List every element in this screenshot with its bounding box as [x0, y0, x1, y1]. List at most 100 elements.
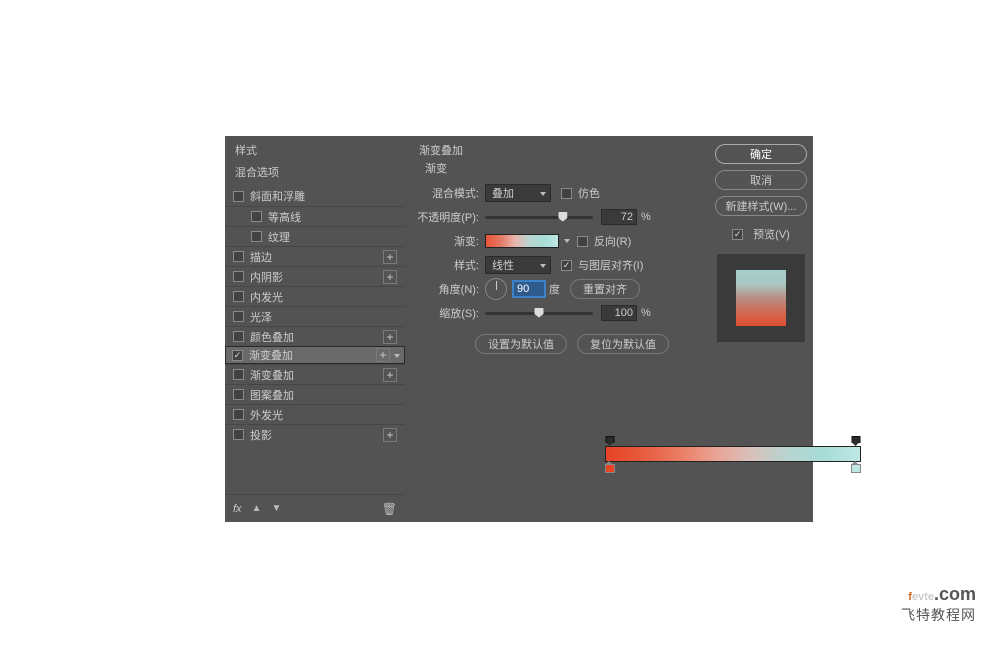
style-checkbox[interactable] [233, 429, 244, 440]
add-instance-icon[interactable]: + [383, 368, 397, 382]
scale-label: 缩放(S): [413, 305, 485, 321]
blend-options-label[interactable]: 混合选项 [225, 162, 405, 186]
style-label: 投影 [250, 427, 383, 443]
reset-align-button[interactable]: 重置对齐 [570, 279, 640, 299]
color-stop-left[interactable] [605, 461, 615, 474]
pct-label: % [641, 211, 651, 223]
style-row[interactable]: 等高线 [225, 206, 405, 226]
angle-label: 角度(N): [413, 281, 485, 297]
color-stop-right[interactable] [851, 461, 861, 474]
fx-icon[interactable]: fx [233, 503, 242, 515]
opacity-label: 不透明度(P): [413, 209, 485, 225]
preview-checkbox[interactable] [732, 229, 743, 240]
gradient-bar[interactable] [605, 446, 861, 462]
styles-list: 斜面和浮雕等高线纹理描边+内阴影+内发光光泽颜色叠加+渐变叠加+渐变叠加+图案叠… [225, 186, 405, 494]
watermark-cn: 飞特教程网 [901, 605, 976, 625]
styles-header: 样式 [225, 136, 405, 162]
style-checkbox[interactable] [251, 211, 262, 222]
section-sub: 渐变 [425, 160, 701, 176]
style-checkbox[interactable] [233, 389, 244, 400]
style-label: 光泽 [250, 309, 397, 325]
style-row[interactable]: 内阴影+ [225, 266, 405, 286]
preview-box [717, 254, 805, 342]
add-instance-icon[interactable]: + [383, 428, 397, 442]
preview-swatch [736, 270, 786, 326]
style-label: 内阴影 [250, 269, 383, 285]
styles-panel: 样式 混合选项 斜面和浮雕等高线纹理描边+内阴影+内发光光泽颜色叠加+渐变叠加+… [225, 136, 405, 522]
style-label: 描边 [250, 249, 383, 265]
style-row[interactable]: 光泽 [225, 306, 405, 326]
gradient-overlay-settings: 渐变叠加 渐变 混合模式: 叠加 仿色 不透明度(P): 72 % 渐变: 反向… [405, 136, 709, 522]
ok-button[interactable]: 确定 [715, 144, 807, 164]
make-default-button[interactable]: 设置为默认值 [475, 334, 567, 354]
align-label: 与图层对齐(I) [578, 257, 643, 273]
style-checkbox[interactable] [233, 251, 244, 262]
add-instance-icon[interactable]: + [383, 270, 397, 284]
style-label: 斜面和浮雕 [250, 188, 397, 204]
trash-icon[interactable]: 🗑 [382, 502, 397, 516]
gradient-editor[interactable] [605, 446, 861, 462]
align-checkbox[interactable] [561, 260, 572, 271]
new-style-button[interactable]: 新建样式(W)... [715, 196, 807, 216]
style-label: 外发光 [250, 407, 397, 423]
style-checkbox[interactable] [233, 311, 244, 322]
preview-label: 预览(V) [753, 226, 790, 242]
style-row[interactable]: 渐变叠加+ [225, 364, 405, 384]
style-checkbox[interactable] [233, 191, 244, 202]
styles-footer: fx ▲ ▼ 🗑 [225, 494, 405, 522]
dither-checkbox[interactable] [561, 188, 572, 199]
style-select[interactable]: 线性 [485, 256, 551, 274]
style-row[interactable]: 投影+ [225, 424, 405, 444]
style-label: 等高线 [268, 209, 397, 225]
style-row[interactable]: 描边+ [225, 246, 405, 266]
style-label: 渐变叠加 [249, 347, 376, 363]
angle-unit: 度 [549, 281, 560, 297]
style-row[interactable]: 外发光 [225, 404, 405, 424]
gradient-label: 渐变: [413, 233, 485, 249]
style-label: 纹理 [268, 229, 397, 245]
gradient-preview[interactable] [485, 234, 559, 248]
style-label: 渐变叠加 [250, 367, 383, 383]
style-label: 内发光 [250, 289, 397, 305]
style-checkbox[interactable] [233, 331, 244, 342]
add-instance-icon[interactable]: + [383, 330, 397, 344]
style-checkbox[interactable] [232, 350, 243, 361]
reverse-label: 反向(R) [594, 233, 631, 249]
style-row[interactable]: 图案叠加 [225, 384, 405, 404]
style-label: 颜色叠加 [250, 329, 383, 345]
style-row[interactable]: 斜面和浮雕 [225, 186, 405, 206]
style-row[interactable]: 纹理 [225, 226, 405, 246]
blend-mode-label: 混合模式: [413, 185, 485, 201]
cancel-button[interactable]: 取消 [715, 170, 807, 190]
blend-mode-select[interactable]: 叠加 [485, 184, 551, 202]
style-checkbox[interactable] [233, 291, 244, 302]
style-checkbox[interactable] [233, 409, 244, 420]
arrow-down-icon[interactable]: ▼ [271, 503, 281, 514]
style-checkbox[interactable] [233, 369, 244, 380]
style-row[interactable]: 颜色叠加+ [225, 326, 405, 346]
angle-dial[interactable] [485, 278, 507, 300]
arrow-up-icon[interactable]: ▲ [252, 503, 262, 514]
watermark: fevte.com 飞特教程网 [901, 584, 976, 625]
dither-label: 仿色 [578, 185, 600, 201]
add-instance-icon[interactable]: + [383, 250, 397, 264]
style-label: 图案叠加 [250, 387, 397, 403]
opacity-slider[interactable] [485, 216, 593, 219]
section-title: 渐变叠加 [419, 142, 701, 158]
style-label: 样式: [413, 257, 485, 273]
dialog-actions: 确定 取消 新建样式(W)... 预览(V) [709, 136, 813, 522]
style-checkbox[interactable] [233, 271, 244, 282]
style-row[interactable]: 内发光 [225, 286, 405, 306]
style-row[interactable]: 渐变叠加+ [225, 346, 405, 364]
reset-default-button[interactable]: 复位为默认值 [577, 334, 669, 354]
scale-slider[interactable] [485, 312, 593, 315]
scale-value[interactable]: 100 [601, 305, 637, 321]
angle-value[interactable]: 90 [513, 281, 545, 297]
add-instance-icon[interactable]: + [376, 348, 390, 362]
pct-label2: % [641, 307, 651, 319]
reverse-checkbox[interactable] [577, 236, 588, 247]
watermark-domain: fevte.com [901, 584, 976, 605]
style-checkbox[interactable] [251, 231, 262, 242]
opacity-value[interactable]: 72 [601, 209, 637, 225]
layer-style-dialog: 样式 混合选项 斜面和浮雕等高线纹理描边+内阴影+内发光光泽颜色叠加+渐变叠加+… [225, 136, 813, 522]
